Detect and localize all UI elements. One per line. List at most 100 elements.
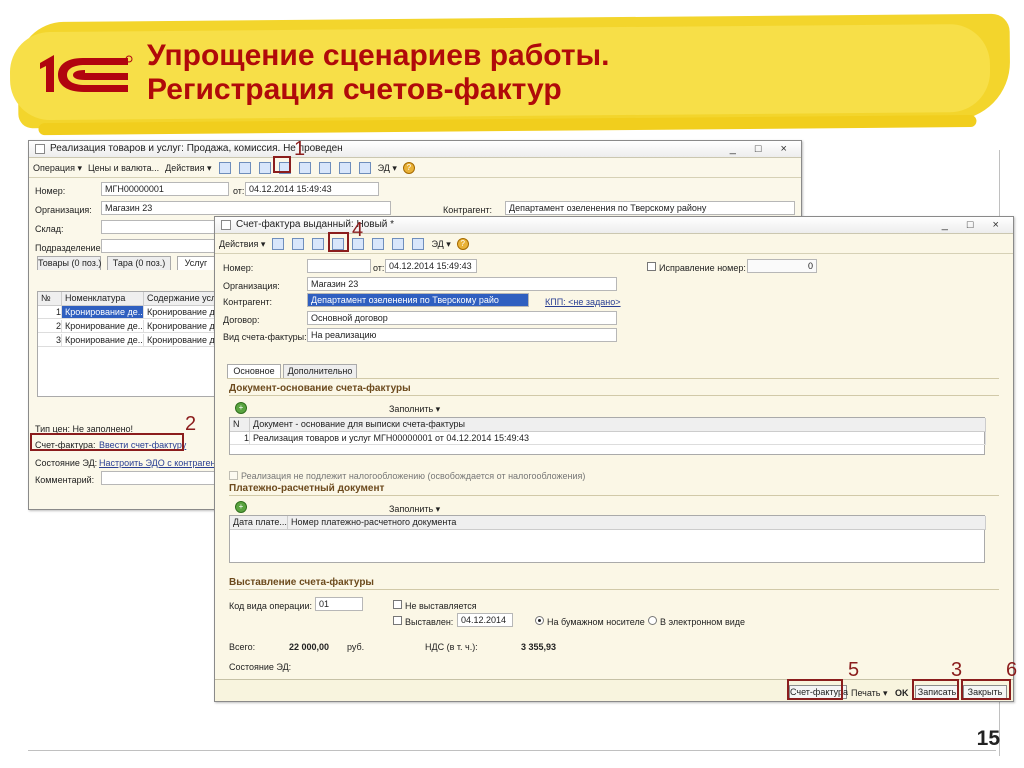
operation-code-field[interactable]: 01	[315, 597, 363, 611]
callout-box-2	[30, 433, 184, 451]
table-cell[interactable]: 2	[38, 320, 62, 333]
toolbar-icon[interactable]	[218, 161, 231, 174]
actions-menu[interactable]: Действия ▾	[219, 238, 265, 250]
help-icon[interactable]: ?	[456, 237, 469, 250]
toolbar-icon[interactable]	[412, 237, 425, 250]
callout-number-6: 6	[1006, 659, 1018, 681]
contract-label: Договор:	[223, 315, 260, 325]
add-icon[interactable]: +	[235, 402, 247, 414]
comment-field[interactable]	[101, 471, 215, 485]
invoice-type-label: Вид счета-фактуры:	[223, 332, 307, 342]
tab-additional[interactable]: Дополнительно	[283, 364, 357, 378]
issued-date-field[interactable]: 04.12.2014	[457, 613, 513, 627]
table-cell[interactable]: 1	[38, 306, 62, 319]
toolbar-icon[interactable]	[238, 161, 251, 174]
toolbar-icon[interactable]	[318, 161, 331, 174]
correction-checkbox[interactable]	[647, 262, 656, 271]
paper-radio[interactable]	[535, 616, 544, 625]
toolbar-icon[interactable]	[312, 237, 325, 250]
exempt-checkbox[interactable]	[229, 471, 238, 480]
document-icon	[221, 220, 231, 230]
organization-field[interactable]: Магазин 23	[101, 201, 391, 215]
issued-checkbox[interactable]	[393, 616, 402, 625]
toolbar-icon[interactable]	[338, 161, 351, 174]
doc-base-title: Документ-основание счета-фактуры	[229, 383, 411, 394]
prices-menu[interactable]: Цены и валюта...	[88, 162, 159, 174]
number-label: Номер:	[35, 186, 66, 196]
exempt-label: Реализация не подлежит налогообложению (…	[241, 471, 586, 481]
contractor-field[interactable]: Департамент озеленения по Тверскому райо	[307, 293, 529, 307]
operation-code-label: Код вида операции:	[229, 601, 312, 611]
division-field[interactable]	[101, 239, 221, 253]
date-label: от:	[373, 263, 385, 273]
edo-status-label: Состояние ЭД:	[35, 458, 98, 468]
tab-packaging[interactable]: Тара (0 поз.)	[107, 256, 171, 270]
table-header: Содержание услу	[144, 292, 218, 306]
add-icon[interactable]: +	[235, 501, 247, 513]
paper-label: На бумажном носителе	[547, 617, 645, 627]
sales-window-titlebar: Реализация товаров и услуг: Продажа, ком…	[29, 141, 801, 158]
date-field[interactable]: 04.12.2014 15:49:43	[385, 259, 477, 273]
table-cell[interactable]: Кронирование де	[144, 320, 218, 333]
edi-menu[interactable]: ЭД ▾	[378, 162, 397, 174]
callout-box-3	[912, 679, 959, 700]
contract-field[interactable]: Основной договор	[307, 311, 617, 325]
table-cell[interactable]: 3	[38, 334, 62, 347]
vat-value: 3 355,93	[521, 642, 557, 652]
comment-label: Комментарий:	[35, 475, 95, 485]
fill-button[interactable]: Заполнить ▾	[389, 403, 440, 415]
ok-button[interactable]: OK	[895, 687, 909, 699]
table-cell[interactable]: Реализация товаров и услуг МГН00000001 о…	[250, 432, 986, 445]
date-label: от:	[233, 186, 245, 196]
callout-box-4	[328, 232, 349, 252]
table-cell[interactable]: 1	[230, 432, 250, 445]
operation-menu[interactable]: Операция ▾	[33, 162, 82, 174]
warehouse-field[interactable]	[101, 220, 221, 234]
toolbar-icon[interactable]	[272, 237, 285, 250]
organization-field[interactable]: Магазин 23	[307, 277, 617, 291]
window-controls[interactable]: _ □ ×	[730, 143, 795, 155]
warehouse-label: Склад:	[35, 224, 64, 234]
table-header: Документ - основание для выписки счета-ф…	[250, 418, 986, 432]
table-cell[interactable]: Кронирование де	[144, 306, 218, 319]
tab-services[interactable]: Услуг	[177, 256, 215, 270]
correction-label: Исправление номер:	[659, 263, 746, 273]
number-label: Номер:	[223, 263, 254, 273]
tab-goods[interactable]: Товары (0 поз.)	[37, 256, 101, 270]
presentation-slide: { "header": { "title_line1": "Упрощение …	[0, 0, 1024, 768]
number-field[interactable]	[307, 259, 371, 273]
toolbar-icon[interactable]	[358, 161, 371, 174]
not-issued-checkbox[interactable]	[393, 600, 402, 609]
bottom-border-line	[28, 750, 996, 751]
kpp-link[interactable]: КПП: <не задано>	[545, 296, 621, 308]
contractor-label: Контрагент:	[443, 205, 493, 215]
toolbar-icon[interactable]	[258, 161, 271, 174]
actions-menu[interactable]: Действия ▾	[165, 162, 211, 174]
contractor-field[interactable]: Департамент озеленения по Тверскому райо…	[505, 201, 795, 215]
table-cell[interactable]: Кронирование де...	[62, 334, 144, 347]
edi-menu[interactable]: ЭД ▾	[431, 238, 450, 250]
window-controls[interactable]: _ □ ×	[942, 219, 1007, 231]
date-field[interactable]: 04.12.2014 15:49:43	[245, 182, 379, 196]
table-cell[interactable]: Кронирование де	[144, 334, 218, 347]
section-divider	[229, 395, 999, 396]
print-menu[interactable]: Печать ▾	[851, 687, 888, 699]
toolbar-icon[interactable]	[372, 237, 385, 250]
table-cell[interactable]: Кронирование де...	[62, 306, 144, 319]
setup-edo-link[interactable]: Настроить ЭДО с контрагент	[99, 457, 220, 469]
toolbar-icon[interactable]	[392, 237, 405, 250]
edo-status-label: Состояние ЭД:	[229, 662, 292, 672]
correction-number-field[interactable]: 0	[747, 259, 817, 273]
electronic-radio[interactable]	[648, 616, 657, 625]
fill-button[interactable]: Заполнить ▾	[389, 503, 440, 515]
invoice-type-field[interactable]: На реализацию	[307, 328, 617, 342]
number-field[interactable]: МГН00000001	[101, 182, 229, 196]
tab-main[interactable]: Основное	[227, 364, 281, 378]
callout-number-5: 5	[848, 659, 860, 681]
title-line-1: Упрощение сценариев работы.	[147, 39, 610, 72]
callout-number-1: 1	[294, 138, 306, 160]
help-icon[interactable]: ?	[402, 161, 415, 174]
table-cell[interactable]: Кронирование де...	[62, 320, 144, 333]
toolbar-icon[interactable]	[298, 161, 311, 174]
toolbar-icon[interactable]	[292, 237, 305, 250]
